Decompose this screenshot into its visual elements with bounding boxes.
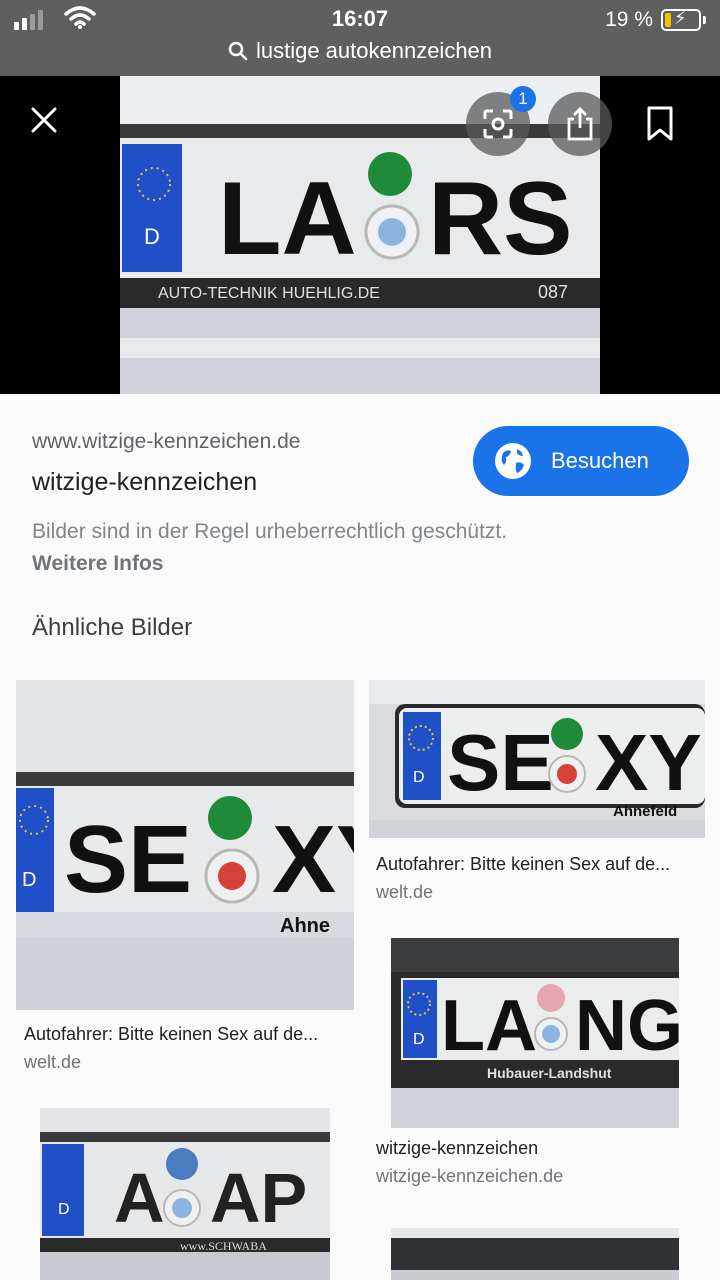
plate-country: D	[144, 224, 160, 249]
plate-right: AP	[210, 1159, 307, 1237]
share-icon	[567, 107, 593, 141]
globe-icon	[495, 443, 531, 479]
plate-right: RS	[428, 161, 572, 277]
svg-text:D: D	[58, 1201, 70, 1218]
battery-indicator: 19 % ⚡	[605, 8, 706, 32]
bookmark-button[interactable]	[638, 98, 682, 150]
similar-image-thumbnail[interactable]: D SE XY Ahne	[16, 680, 354, 1010]
share-button[interactable]	[548, 92, 612, 156]
search-query-bar[interactable]: lustige autokennzeichen	[0, 38, 720, 64]
visit-label: Besuchen	[551, 448, 649, 473]
similar-image-thumbnail[interactable]: D LA NG Hubauer-Landshut	[391, 938, 679, 1128]
plate-left: SE	[447, 718, 554, 807]
battery-icon: ⚡	[661, 9, 701, 31]
svg-text:D: D	[413, 1031, 425, 1048]
bookmark-icon	[647, 106, 673, 141]
svg-text:www.SCHWABA: www.SCHWABA	[180, 1239, 267, 1253]
svg-text:D: D	[413, 769, 425, 786]
lens-badge: 1	[510, 86, 536, 112]
status-bar: 16:07 19 % ⚡ lustige autokennzeichen	[0, 0, 720, 76]
similar-image-thumbnail[interactable]: D SE XY Ahnefeld	[369, 680, 705, 838]
similar-image-thumbnail[interactable]: D A AP www.SCHWABA	[40, 1108, 330, 1280]
similar-image-source: welt.de	[376, 882, 434, 902]
visit-button[interactable]: Besuchen	[473, 426, 689, 496]
more-info-link[interactable]: Weitere Infos	[32, 552, 163, 576]
plate-left: LA	[218, 161, 357, 277]
plate-phone: 087	[538, 282, 568, 302]
similar-image-thumbnail[interactable]	[391, 1228, 679, 1280]
similar-images-heading: Ähnliche Bilder	[32, 614, 193, 641]
search-query-text: lustige autokennzeichen	[255, 38, 493, 63]
image-viewer: D LA RS AUTO-TECHNIK HUEHLIG.DE 087 1	[0, 76, 720, 394]
copyright-notice: Bilder sind in der Regel urheberrechtlic…	[32, 520, 508, 543]
plate-left: LA	[441, 986, 537, 1066]
svg-text:Hubauer-Landshut: Hubauer-Landshut	[487, 1065, 612, 1081]
plate-right: NG	[575, 986, 679, 1066]
similar-image-source: welt.de	[24, 1052, 82, 1072]
source-name[interactable]: witzige-kennzeichen	[32, 468, 257, 497]
similar-image-title[interactable]: witzige-kennzeichen	[376, 1138, 538, 1159]
plate-left: SE	[64, 806, 192, 913]
similar-image-title[interactable]: Autofahrer: Bitte keinen Sex auf de...	[24, 1024, 318, 1045]
similar-image-card[interactable]: D A AP www.SCHWABA	[16, 1108, 354, 1280]
similar-image-title[interactable]: Autofahrer: Bitte keinen Sex auf de...	[376, 854, 670, 875]
similar-image-card[interactable]: D SE XY Ahne Autofahrer: Bitte keinen Se…	[16, 680, 354, 1080]
similar-image-card[interactable]: D LA NG Hubauer-Landshut witzige-kennzei…	[369, 938, 705, 1200]
close-icon	[31, 107, 57, 133]
similar-image-source: witzige-kennzeichen.de	[376, 1166, 564, 1186]
plate-right: XY	[595, 718, 702, 807]
battery-percent: 19 %	[605, 8, 653, 31]
svg-text:D: D	[22, 869, 36, 891]
lens-icon	[483, 109, 513, 139]
plate-dealer: AUTO-TECHNIK HUEHLIG.DE	[158, 285, 380, 302]
similar-image-card[interactable]	[369, 1228, 705, 1280]
source-url[interactable]: www.witzige-kennzeichen.de	[32, 430, 300, 454]
svg-text:Ahne: Ahne	[280, 915, 330, 937]
similar-image-card[interactable]: D SE XY Ahnefeld Autofahrer: Bitte keine…	[369, 680, 705, 916]
lens-button[interactable]: 1	[466, 86, 536, 156]
search-icon	[228, 41, 248, 61]
plate-left: A	[114, 1159, 165, 1237]
plate-right: XY	[272, 806, 354, 913]
close-button[interactable]	[22, 98, 66, 142]
result-details-panel: www.witzige-kennzeichen.de witzige-kennz…	[0, 394, 720, 1280]
svg-text:Ahnefeld: Ahnefeld	[613, 803, 677, 820]
